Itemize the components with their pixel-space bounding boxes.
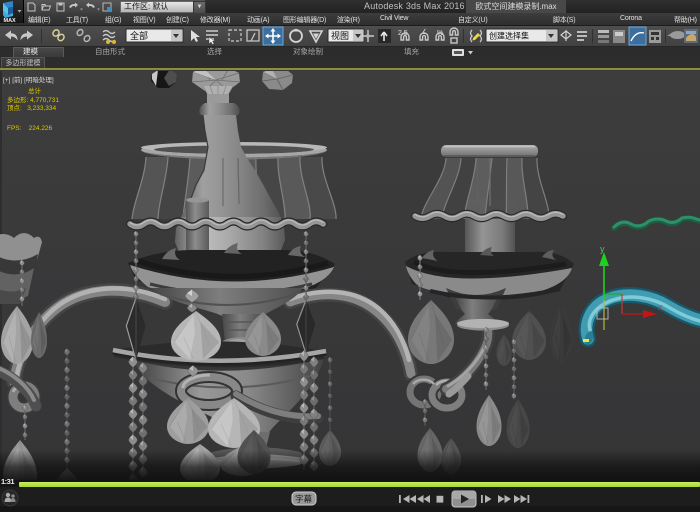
- svg-text:全部: 全部: [130, 30, 148, 41]
- svg-text:创建选择集: 创建选择集: [489, 31, 529, 41]
- svg-text:MAX: MAX: [4, 18, 17, 23]
- svg-text:字幕: 字幕: [295, 494, 313, 504]
- svg-text:视图: 视图: [331, 30, 349, 41]
- svg-text:y: y: [600, 244, 605, 254]
- svg-text:x: x: [658, 302, 663, 312]
- svg-text:∠: ∠: [421, 28, 427, 36]
